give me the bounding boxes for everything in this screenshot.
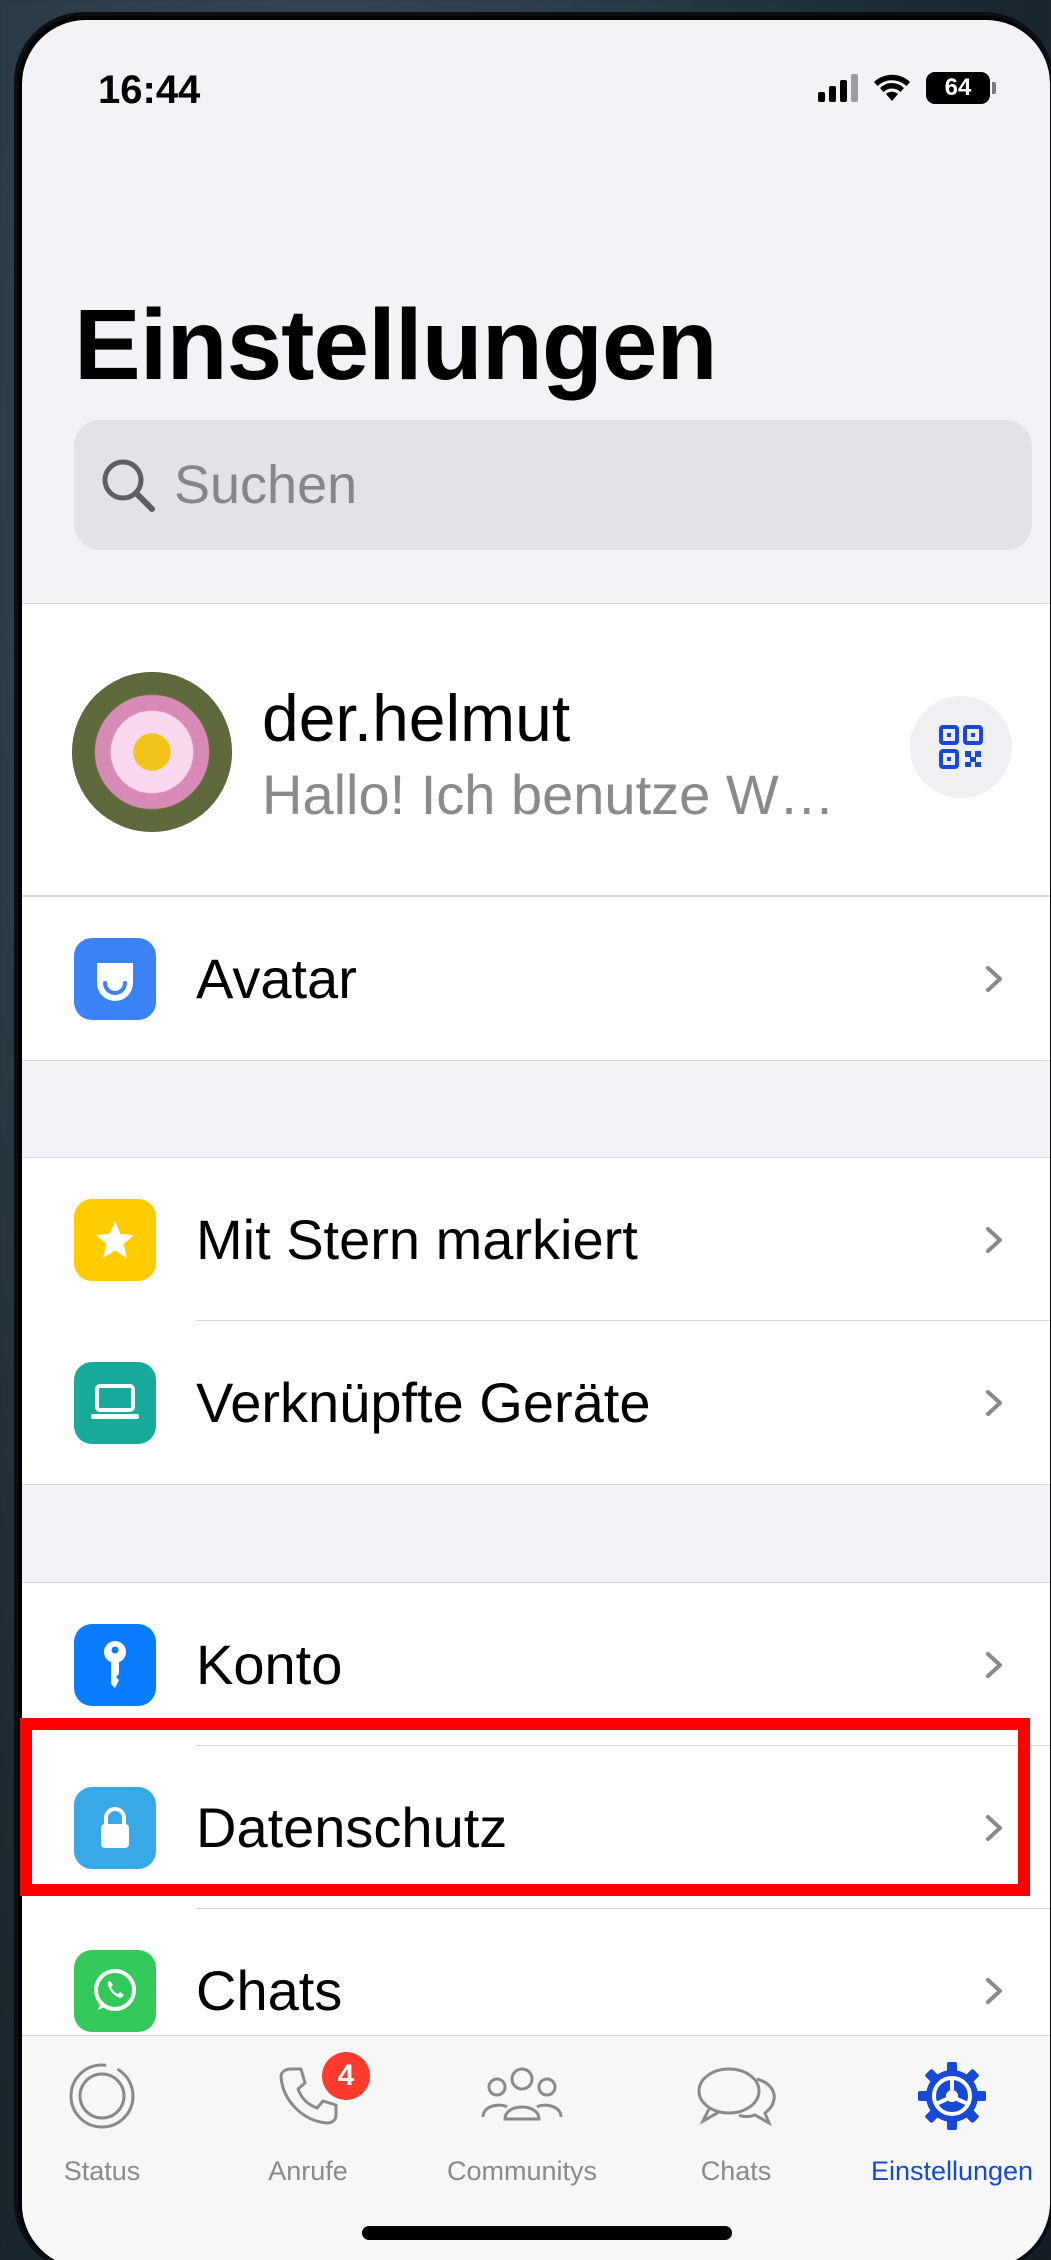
- search-input[interactable]: Suchen: [74, 420, 1032, 550]
- search-icon: [102, 459, 155, 512]
- row-label-account: Konto: [196, 1633, 343, 1696]
- avatar-group: Avatar: [22, 896, 1050, 1061]
- profile-status: Hallo! Ich benutze W…: [262, 763, 835, 826]
- phone-icon: [208, 2056, 408, 2136]
- status-icons: 64: [818, 72, 996, 104]
- tab-chats[interactable]: Chats: [636, 2056, 836, 2187]
- status-time: 16:44: [98, 68, 201, 112]
- calls-badge: 4: [322, 2052, 370, 2100]
- lock-icon: [74, 1786, 156, 1869]
- chevron-right-icon: [986, 1226, 1002, 1253]
- row-label-avatar: Avatar: [196, 947, 357, 1010]
- tools-group: Mit Stern markiert Verknüpfte Geräte: [22, 1157, 1050, 1485]
- chevron-right-icon: [986, 1651, 1002, 1678]
- account-group: Konto Datenschutz Chats: [22, 1582, 1050, 2072]
- settings-row-privacy[interactable]: Datenschutz: [22, 1746, 1050, 1909]
- profile-name: der.helmut: [262, 681, 571, 755]
- tab-label-calls: Anrufe: [268, 2156, 348, 2186]
- key-icon: [74, 1623, 156, 1706]
- avatar-face-icon: [74, 937, 156, 1020]
- page-title: Einstellungen: [74, 289, 718, 401]
- tab-settings[interactable]: Einstellungen: [852, 2056, 1050, 2187]
- home-indicator: [362, 2226, 732, 2240]
- settings-row-avatar[interactable]: Avatar: [22, 897, 1050, 1060]
- avatar: [72, 672, 232, 832]
- settings-row-starred[interactable]: Mit Stern markiert: [22, 1158, 1050, 1321]
- profile-card[interactable]: der.helmut Hallo! Ich benutze W…: [22, 603, 1050, 896]
- settings-gear-icon: [852, 2056, 1050, 2136]
- laptop-icon: [74, 1361, 156, 1444]
- chevron-right-icon: [986, 1977, 1002, 2004]
- row-label-chats: Chats: [196, 1959, 343, 2022]
- row-label-linked-devices: Verknüpfte Geräte: [196, 1371, 651, 1434]
- tab-label-communities: Communitys: [446, 2156, 598, 2186]
- settings-row-account[interactable]: Konto: [22, 1583, 1050, 1746]
- chevron-right-icon: [986, 1814, 1002, 1841]
- chevron-right-icon: [986, 965, 1002, 992]
- chevron-right-icon: [986, 1389, 1002, 1416]
- tab-status[interactable]: Status: [22, 2056, 202, 2187]
- qr-code-icon: [939, 725, 983, 769]
- status-bar: 16:44 64: [22, 20, 1050, 170]
- row-label-privacy: Datenschutz: [196, 1796, 508, 1859]
- settings-row-linked-devices[interactable]: Verknüpfte Geräte: [22, 1321, 1050, 1484]
- chat-bubbles-icon: [636, 2056, 836, 2136]
- screen: 16:44 64 Einstellungen Suchen der.helmut…: [22, 20, 1050, 2260]
- communities-icon: [422, 2056, 622, 2136]
- tab-label-settings: Einstellungen: [870, 2156, 1034, 2186]
- phone-frame: 16:44 64 Einstellungen Suchen der.helmut…: [14, 12, 1051, 2260]
- tab-bar: Status 4 Anrufe Communitys Chats Einstel…: [22, 2035, 1050, 2260]
- tab-label-chats: Chats: [700, 2156, 772, 2186]
- status-icon: [22, 2056, 202, 2136]
- row-label-starred: Mit Stern markiert: [196, 1208, 638, 1271]
- whatsapp-icon: [74, 1949, 156, 2032]
- tab-calls[interactable]: 4 Anrufe: [208, 2052, 408, 2187]
- search-placeholder: Suchen: [174, 455, 358, 515]
- battery-icon: 64: [926, 72, 996, 104]
- wifi-icon: [874, 74, 910, 101]
- qr-code-button[interactable]: [910, 696, 1012, 798]
- tab-communities[interactable]: Communitys: [422, 2056, 622, 2187]
- signal-icon: [818, 74, 858, 102]
- tab-label-status: Status: [63, 2156, 141, 2186]
- star-icon: [74, 1198, 156, 1281]
